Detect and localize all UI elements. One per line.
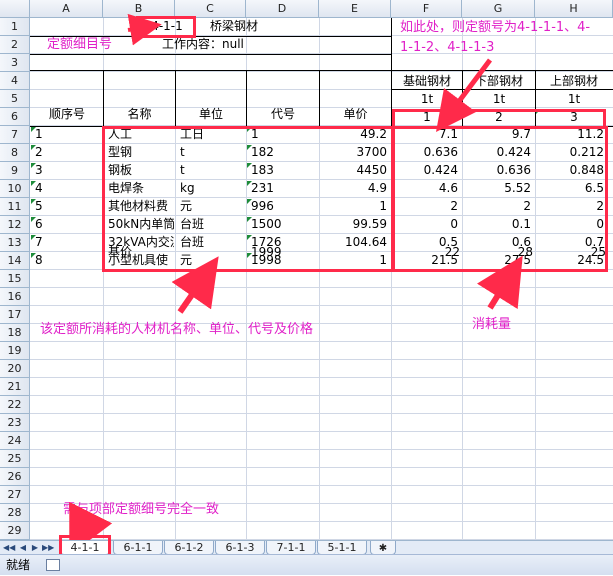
arrow-to-quota-code: [127, 13, 162, 46]
arrow-to-index-row: [436, 58, 492, 132]
annotation-arrows: [69, 13, 523, 540]
last-sheet-icon[interactable]: ▶▶: [42, 542, 54, 554]
sheet-tab-6-1-1[interactable]: 6-1-1: [113, 541, 163, 555]
sheet-tab-7-1-1[interactable]: 7-1-1: [266, 541, 316, 555]
prev-sheet-icon[interactable]: ◀: [17, 542, 29, 554]
first-sheet-icon[interactable]: ◀◀: [3, 542, 15, 554]
sheet-tab-6-1-2[interactable]: 6-1-2: [164, 541, 214, 555]
arrow-to-resources: [171, 256, 219, 314]
arrow-to-consumption: [476, 255, 523, 310]
sheet-tab-5-1-1[interactable]: 5-1-1: [317, 541, 367, 555]
arrow-to-tab: [69, 501, 113, 540]
sheet-tab-6-1-3[interactable]: 6-1-3: [215, 541, 265, 555]
next-sheet-icon[interactable]: ▶: [29, 542, 41, 554]
spreadsheet-grid[interactable]: ABCDEFGH 1 2 3 4 5 6 7 8 9 10 11 12 13 14 15 16 17 18 19 20…: [0, 0, 613, 540]
insert-sheet-button[interactable]: ✱: [370, 541, 396, 555]
sheet-tab-bar: ◀◀ ◀ ▶ ▶▶ 4-1-1 6-1-1 6-1-2 6-1-3 7-1-1 …: [0, 535, 613, 557]
status-ready: 就绪: [6, 558, 31, 572]
macro-record-icon[interactable]: [46, 559, 60, 571]
status-bar: 就绪: [0, 554, 613, 575]
